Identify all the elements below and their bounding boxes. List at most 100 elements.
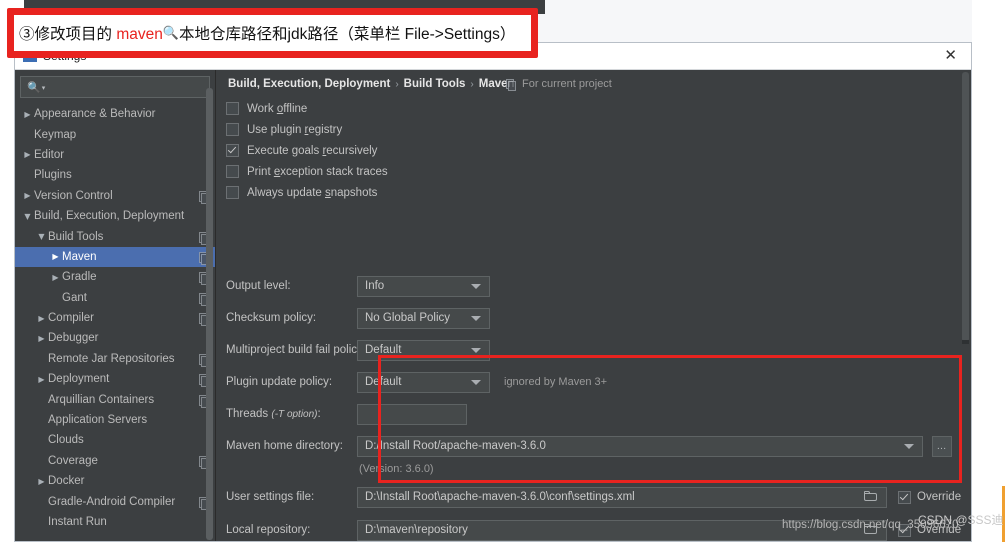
multiproject-fail-policy-select[interactable]: Default: [357, 339, 490, 361]
field-plugin-update-policy: Plugin update policy: Default ignored by…: [216, 371, 971, 393]
chevron-right-icon[interactable]: ▶: [35, 314, 48, 323]
chevron-down-icon: [471, 284, 481, 289]
chevron-right-icon[interactable]: ▶: [35, 375, 48, 384]
checkbox-execute-goals-recursively[interactable]: Execute goals recursively: [226, 140, 388, 161]
sidebar-item-label: Compiler: [48, 312, 95, 325]
chevron-right-icon[interactable]: ▶: [21, 150, 34, 159]
sidebar-item-label: Gradle: [62, 271, 97, 284]
breadcrumb-item-0[interactable]: Build, Execution, Deployment: [228, 78, 390, 90]
sidebar-item-label: Clouds: [48, 434, 84, 447]
sidebar-item-label: Instant Run: [48, 516, 107, 528]
sidebar-item-application-servers[interactable]: Application Servers: [15, 410, 215, 430]
sidebar-item-maven[interactable]: ▶ Maven: [15, 246, 215, 268]
checkbox-print-exception-stack-traces[interactable]: Print exception stack traces: [226, 161, 388, 182]
checkbox-label: Execute goals recursively: [247, 144, 378, 157]
threads-label: Threads (-T option):: [226, 408, 321, 420]
user-settings-override-checkbox[interactable]: [898, 490, 911, 504]
sidebar-item-gant[interactable]: Gant: [15, 288, 215, 308]
checksum-policy-select[interactable]: No Global Policy: [357, 307, 490, 329]
sidebar-item-appearance-behavior[interactable]: ▶ Appearance & Behavior: [15, 104, 215, 124]
checkbox-indicator[interactable]: [226, 165, 239, 178]
checkbox-use-plugin-registry[interactable]: Use plugin registry: [226, 119, 388, 140]
user-settings-label: User settings file:: [226, 491, 315, 503]
content-scrollbar-thumb[interactable]: [962, 72, 969, 342]
sidebar-item-remote-jar-repositories[interactable]: Remote Jar Repositories: [15, 349, 215, 369]
sidebar-item-editor[interactable]: ▶ Editor: [15, 145, 215, 165]
sidebar-item-deployment[interactable]: ▶ Deployment: [15, 369, 215, 389]
sidebar-item-build-execution-deployment[interactable]: ▼ Build, Execution, Deployment: [15, 206, 215, 226]
chevron-right-icon[interactable]: ▶: [35, 477, 48, 486]
maven-version-note: (Version: 3.6.0): [359, 463, 434, 475]
sidebar-item-plugins[interactable]: Plugins: [15, 165, 215, 185]
sidebar-item-label: Gradle-Android Compiler: [48, 495, 176, 508]
output-level-label: Output level:: [226, 280, 291, 292]
sidebar-item-coverage[interactable]: Coverage: [15, 451, 215, 471]
chevron-right-icon[interactable]: ▶: [21, 110, 34, 119]
sidebar-item-label: Deployment: [48, 373, 110, 386]
annotation-callout: ③修改项目的 maven🔍本地仓库路径和jdk路径（菜单栏 File->Sett…: [7, 8, 538, 58]
sidebar-item-gradle-android-compiler[interactable]: Gradle-Android Compiler: [15, 491, 215, 511]
user-settings-override-label: Override: [917, 491, 962, 503]
output-level-select[interactable]: Info: [357, 275, 490, 297]
content-scrollbar-tick: [962, 340, 969, 344]
sidebar-item-build-tools[interactable]: ▼ Build Tools: [15, 226, 215, 246]
folder-icon[interactable]: [864, 491, 878, 502]
checkbox-indicator[interactable]: [226, 102, 239, 115]
breadcrumb-item-1[interactable]: Build Tools: [404, 78, 466, 90]
sidebar-item-docker[interactable]: ▶ Docker: [15, 471, 215, 491]
breadcrumb-separator: ›: [395, 78, 399, 90]
local-repository-value: D:\maven\repository: [365, 524, 468, 536]
maven-home-label: Maven home directory:: [226, 440, 343, 452]
maven-home-browse-button[interactable]: …: [932, 435, 952, 457]
field-threads: Threads (-T option):: [216, 403, 971, 425]
checkbox-indicator[interactable]: [226, 144, 239, 157]
content-scrollbar[interactable]: [962, 72, 969, 538]
for-current-project-label: For current project: [522, 78, 612, 90]
sidebar-item-compiler[interactable]: ▶ Compiler: [15, 308, 215, 328]
sidebar-scrollbar[interactable]: [206, 88, 213, 540]
checksum-policy-value: No Global Policy: [365, 312, 451, 324]
watermark-author: CSDN @SSS迪: [918, 513, 1004, 527]
checkbox-label: Use plugin registry: [247, 123, 343, 136]
chevron-down-icon: [471, 348, 481, 353]
sidebar-item-label: Editor: [34, 148, 65, 161]
settings-dialog: Settings ✕ 🔍▾ ▶Appearance & BehaviorKeym…: [14, 42, 972, 542]
sidebar-item-clouds[interactable]: Clouds: [15, 430, 215, 450]
sidebar-item-label: Build Tools: [48, 230, 104, 243]
checkbox-indicator[interactable]: [226, 186, 239, 199]
breadcrumb: Build, Execution, Deployment › Build Too…: [228, 78, 515, 90]
sidebar-item-instant-run[interactable]: Instant Run: [15, 512, 215, 532]
checkbox-always-update-snapshots[interactable]: Always update snapshots: [226, 182, 388, 203]
dialog-body: 🔍 ▾ ▶ Appearance & Behavior Keymap ▶ Editor Pl…: [15, 70, 971, 541]
chevron-right-icon[interactable]: ▶: [49, 273, 62, 282]
threads-input[interactable]: [357, 403, 467, 425]
sidebar-item-gradle[interactable]: ▶ Gradle: [15, 267, 215, 287]
search-input[interactable]: 🔍 ▾: [20, 76, 210, 98]
sidebar-item-arquillian-containers[interactable]: Arquillian Containers: [15, 389, 215, 409]
plugin-update-policy-select[interactable]: Default: [357, 371, 490, 393]
sidebar-item-label: Remote Jar Repositories: [48, 352, 175, 365]
chevron-right-icon[interactable]: ▶: [49, 252, 62, 261]
sidebar-item-debugger[interactable]: ▶ Debugger: [15, 328, 215, 348]
sidebar-item-keymap[interactable]: Keymap: [15, 124, 215, 144]
close-icon[interactable]: ✕: [938, 47, 963, 65]
chevron-down-icon[interactable]: ▼: [35, 232, 48, 241]
checkbox-indicator[interactable]: [226, 123, 239, 136]
user-settings-input[interactable]: D:\Install Root\apache-maven-3.6.0\conf\…: [357, 486, 887, 508]
checkbox-label: Always update snapshots: [247, 186, 378, 199]
sidebar-item-label: Debugger: [48, 332, 99, 345]
sidebar-item-version-control[interactable]: ▶ Version Control: [15, 186, 215, 206]
plugin-update-policy-note: ignored by Maven 3+: [504, 376, 608, 388]
maven-home-combo[interactable]: D:/Install Root/apache-maven-3.6.0: [357, 435, 923, 457]
chevron-right-icon[interactable]: ▶: [21, 191, 34, 200]
field-multiproject-fail-policy: Multiproject build fail policy: Default: [216, 339, 971, 361]
breadcrumb-separator: ›: [470, 78, 474, 90]
checkbox-work-offline[interactable]: Work offline: [226, 98, 388, 119]
settings-tree-pane: 🔍 ▾ ▶ Appearance & Behavior Keymap ▶ Editor Pl…: [15, 70, 216, 541]
field-output-level: Output level: Info: [216, 275, 971, 297]
checkbox-label: Work offline: [247, 102, 308, 115]
user-settings-override[interactable]: Override: [898, 490, 962, 504]
multiproject-fail-policy-label: Multiproject build fail policy:: [226, 344, 366, 356]
chevron-down-icon[interactable]: ▼: [21, 212, 34, 221]
chevron-right-icon[interactable]: ▶: [35, 334, 48, 343]
